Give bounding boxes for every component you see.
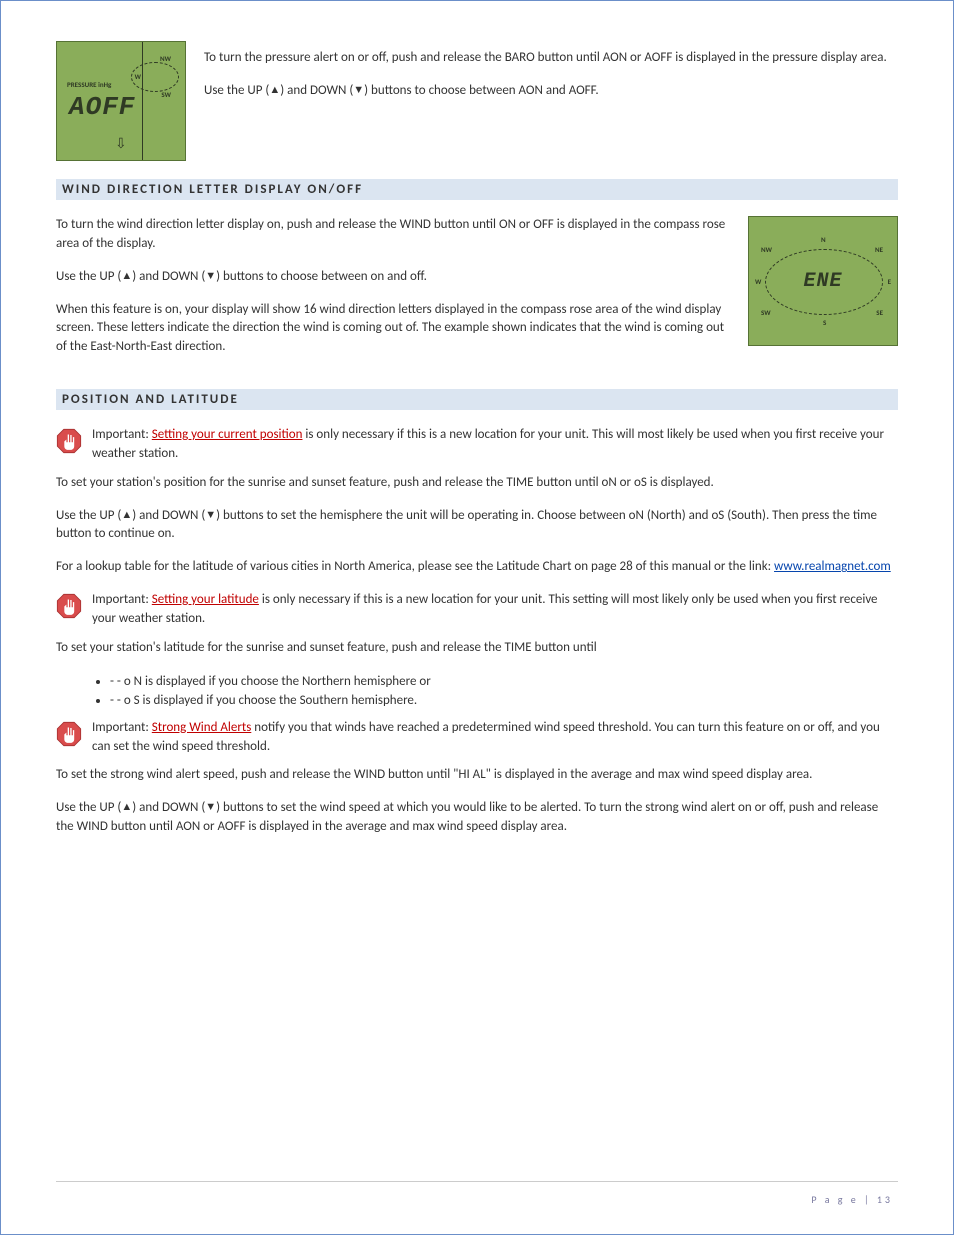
stop-hand-icon [56,721,82,747]
important-latitude-underline: Setting your latitude [152,592,259,607]
down-triangle-icon: ▼ [205,268,216,284]
pressure-alert-para-1: To turn the pressure alert on or off, pu… [204,49,898,68]
down-triangle-icon: ▼ [205,507,216,523]
section-head-wind: WIND DIRECTION LETTER DISPLAY ON/OFF [56,179,898,200]
lcd-pressure-image: PRESSURE inHg AOFF ⇩ NW W SW [56,41,186,161]
important-wind-alert-underline: Strong Wind Alerts [152,720,252,735]
important-wind-alert-text: Important: Strong Wind Alerts notify you… [92,719,898,757]
important-latitude-text: Important: Setting your latitude is only… [92,591,898,629]
list-item: - - o N is displayed if you choose the N… [110,672,898,692]
lcd-pressure-label: PRESSURE inHg [67,80,111,89]
stop-hand-icon [56,428,82,454]
lcd-compass-image: ENE N S E W NE NW SE SW [748,216,898,346]
list-item: - - o S is displayed if you choose the S… [110,691,898,711]
wind-para-3: When this feature is on, your display wi… [56,301,730,358]
important-wind-alert-row: Important: Strong Wind Alerts notify you… [56,719,898,757]
important-position-text: Important: Setting your current position… [92,426,898,464]
compass-ring-icon [765,249,883,315]
wind-para-1: To turn the wind direction letter displa… [56,216,730,254]
pressure-alert-block: PRESSURE inHg AOFF ⇩ NW W SW To turn the… [56,41,898,161]
up-triangle-icon: ▲ [269,82,280,98]
up-triangle-icon: ▲ [121,799,132,815]
latitude-bullets: - - o N is displayed if you choose the N… [56,672,898,711]
section-head-position: POSITION AND LATITUDE [56,389,898,410]
footer-divider [56,1181,898,1182]
lcd-pressure-arrow-icon: ⇩ [115,135,127,152]
stop-hand-icon [56,593,82,619]
position-para-3: For a lookup table for the latitude of v… [56,558,898,577]
wind-alert-para-2: Use the UP (▲) and DOWN (▼) buttons to s… [56,799,898,837]
latitude-link[interactable]: www.realmagnet.com [774,559,891,574]
up-triangle-icon: ▲ [121,507,132,523]
down-triangle-icon: ▼ [353,82,364,98]
wind-direction-block: To turn the wind direction letter displa… [56,216,898,371]
position-para-1: To set your station's position for the s… [56,474,898,493]
lcd-divider [142,42,143,160]
down-triangle-icon: ▼ [205,799,216,815]
pressure-alert-para-2: Use the UP (▲) and DOWN (▼) buttons to c… [204,82,898,101]
important-position-underline: Setting your current position [152,427,303,442]
latitude-para: To set your station's latitude for the s… [56,639,898,658]
lcd-pressure-value: AOFF [69,92,135,122]
position-para-2: Use the UP (▲) and DOWN (▼) buttons to s… [56,507,898,545]
wind-alert-para-1: To set the strong wind alert speed, push… [56,766,898,785]
important-position-row: Important: Setting your current position… [56,426,898,464]
important-latitude-row: Important: Setting your latitude is only… [56,591,898,629]
up-triangle-icon: ▲ [121,268,132,284]
wind-para-2: Use the UP (▲) and DOWN (▼) buttons to c… [56,268,730,287]
page-number: P a g e | 13 [811,1193,893,1206]
